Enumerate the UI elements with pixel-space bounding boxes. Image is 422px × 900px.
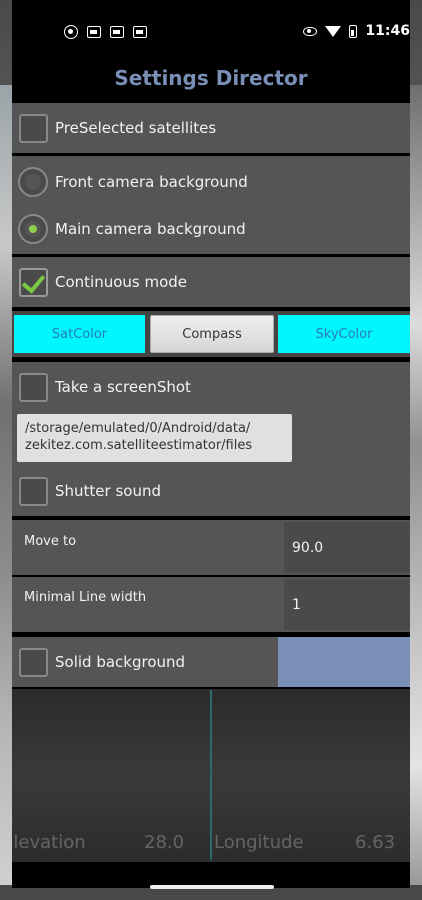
camera-background-right-edge xyxy=(410,85,422,885)
target-icon xyxy=(64,25,78,39)
front-camera-label: Front camera background xyxy=(55,172,248,191)
eye-icon xyxy=(303,26,318,36)
screenshot-path-line2: zekitez.com.satelliteestimator/files xyxy=(25,438,253,453)
notification-box-icon xyxy=(110,26,124,38)
take-screenshot-label: Take a screenShot xyxy=(55,378,191,396)
minimal-line-width-input[interactable]: 1 xyxy=(284,579,410,630)
clock: 11:46 xyxy=(365,23,410,39)
take-screenshot-checkbox[interactable] xyxy=(19,372,48,402)
shutter-sound-row[interactable]: Shutter sound xyxy=(12,468,410,514)
status-right-icons: 11:46 xyxy=(303,23,410,39)
minimal-line-width-label: Minimal Line width xyxy=(24,590,147,605)
wifi-icon xyxy=(325,25,342,37)
notification-box-icon xyxy=(87,26,101,38)
move-to-input[interactable]: 90.0 xyxy=(284,522,410,573)
main-camera-radio[interactable] xyxy=(18,213,48,244)
continuous-mode-row[interactable]: Continuous mode xyxy=(12,257,410,307)
solid-background-label: Solid background xyxy=(55,653,186,671)
status-left-icons xyxy=(64,25,147,39)
take-screenshot-row[interactable]: Take a screenShot xyxy=(12,364,410,410)
front-camera-option[interactable]: Front camera background xyxy=(12,158,248,205)
solid-background-checkbox[interactable] xyxy=(19,647,48,677)
continuous-mode-checkbox[interactable] xyxy=(19,267,48,297)
battery-icon xyxy=(349,24,358,38)
overlay-text-longitude: Longitude xyxy=(214,832,304,853)
solid-background-row[interactable]: Solid background xyxy=(12,637,278,687)
main-camera-option[interactable]: Main camera background xyxy=(12,205,246,252)
color-buttons-row: SatColor Compass SkyColor xyxy=(12,311,410,357)
compass-button[interactable]: Compass xyxy=(150,315,274,353)
move-to-label: Move to xyxy=(24,534,77,549)
preselected-satellites-row[interactable]: PreSelected satellites xyxy=(12,103,410,153)
home-indicator[interactable] xyxy=(150,885,274,889)
front-camera-radio[interactable] xyxy=(18,166,48,197)
camera-center-line xyxy=(210,690,212,860)
sky-color-button[interactable]: SkyColor xyxy=(278,315,410,353)
shutter-sound-label: Shutter sound xyxy=(55,482,161,500)
status-bar: 11:46 xyxy=(12,0,410,60)
overlay-value-elevation: 28.0 xyxy=(144,832,185,853)
screenshot-path-field[interactable]: /storage/emulated/0/Android/data/ zekite… xyxy=(17,414,292,462)
camera-background-radio-group: Front camera background Main camera back… xyxy=(12,156,410,254)
overlay-text-elevation: Elevation xyxy=(2,832,86,853)
main-camera-label: Main camera background xyxy=(55,219,246,238)
screenshot-path-line1: /storage/emulated/0/Android/data/ xyxy=(25,421,251,436)
preselected-satellites-label: PreSelected satellites xyxy=(55,119,217,137)
solid-background-color-swatch[interactable] xyxy=(278,637,410,687)
shutter-sound-checkbox[interactable] xyxy=(19,476,48,506)
camera-background-left-edge xyxy=(0,85,12,885)
sat-color-button[interactable]: SatColor xyxy=(14,315,145,353)
gallery-icon xyxy=(133,26,147,38)
overlay-text-s: S xyxy=(2,806,14,827)
overlay-value-longitude: 6.63 xyxy=(355,832,396,853)
preselected-satellites-checkbox[interactable] xyxy=(19,113,48,143)
continuous-mode-label: Continuous mode xyxy=(55,273,188,291)
dialog-title: Settings Director xyxy=(114,66,308,90)
